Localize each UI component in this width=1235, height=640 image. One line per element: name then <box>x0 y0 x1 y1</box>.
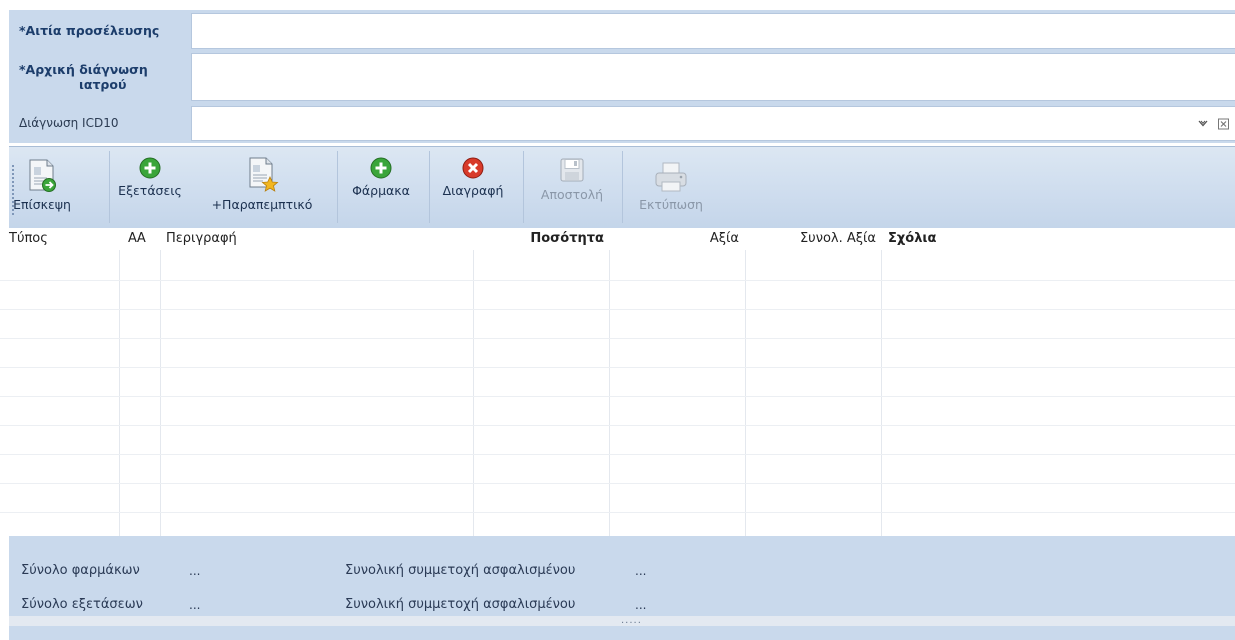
exams-copay-value: ... <box>635 598 647 612</box>
reason-label-text: *Αιτία προσέλευσης <box>19 22 160 38</box>
visit-form: *Αιτία προσέλευσης *Αρχική διάγνωση ιατρ… <box>9 10 1235 143</box>
exams-button[interactable]: Εξετάσεις <box>113 153 187 225</box>
drugs-copay-value: ... <box>635 564 647 578</box>
visit-button[interactable]: Επίσκεψη <box>12 153 72 225</box>
splitter-grip[interactable]: ..... <box>621 616 642 626</box>
column-divider <box>119 250 120 536</box>
add-exam-icon <box>139 153 161 179</box>
table-header: Τύπος ΑΑ Περιγραφή Ποσότητα Αξία Συνολ. … <box>0 228 1235 250</box>
delete-label: Διαγραφή <box>442 183 504 198</box>
column-header-comments[interactable]: Σχόλια <box>888 228 936 250</box>
clear-icon[interactable] <box>1218 118 1229 129</box>
referral-button[interactable]: +Παραπεμπτικό <box>199 153 325 225</box>
referral-document-icon <box>245 153 279 193</box>
icd-label: Διάγνωση ICD10 <box>9 103 191 143</box>
column-header-value[interactable]: Αξία <box>610 228 739 250</box>
save-disk-icon <box>559 153 585 183</box>
printer-icon <box>654 153 688 193</box>
column-divider <box>609 250 610 536</box>
column-divider <box>881 250 882 536</box>
column-divider <box>473 250 474 536</box>
column-header-total-value[interactable]: Συνολ. Αξία <box>746 228 876 250</box>
visit-label: Επίσκεψη <box>13 197 71 212</box>
delete-button[interactable]: Διαγραφή <box>432 153 514 225</box>
reason-label: *Αιτία προσέλευσης <box>9 10 191 50</box>
drugs-button[interactable]: Φάρμακα <box>342 153 420 225</box>
send-button[interactable]: Αποστολή <box>527 153 617 225</box>
print-label: Εκτύπωση <box>639 197 703 212</box>
icd-row: Διάγνωση ICD10 <box>9 103 1235 143</box>
row-divider <box>0 512 1235 513</box>
column-header-aa[interactable]: ΑΑ <box>128 228 146 250</box>
drugs-copay-label: Συνολική συμμετοχή ασφαλισμένου <box>345 563 576 578</box>
diagnosis-input[interactable] <box>191 53 1235 101</box>
row-divider <box>0 367 1235 368</box>
reason-row: *Αιτία προσέλευσης <box>9 10 1235 50</box>
toolbar-separator <box>523 151 524 223</box>
exams-label: Εξετάσεις <box>118 183 182 198</box>
toolbar-separator <box>337 151 338 223</box>
send-label: Αποστολή <box>540 187 604 202</box>
column-header-type[interactable]: Τύπος <box>9 228 48 250</box>
dropdown-chevron-icon[interactable] <box>1198 120 1208 128</box>
referral-label: +Παραπεμπτικό <box>211 197 313 212</box>
print-button[interactable]: Εκτύπωση <box>626 153 716 225</box>
diagnosis-label-line2: ιατρού <box>79 76 127 92</box>
totals-panel: Σύνολο φαρμάκων ... Συνολική συμμετοχή α… <box>9 536 1235 640</box>
drugs-label: Φάρμακα <box>352 183 410 198</box>
toolbar-separator <box>109 151 110 223</box>
column-divider <box>745 250 746 536</box>
panel-splitter[interactable]: ..... <box>9 616 1235 626</box>
delete-icon <box>462 153 484 179</box>
items-table: Τύπος ΑΑ Περιγραφή Ποσότητα Αξία Συνολ. … <box>0 228 1235 536</box>
column-divider <box>160 250 161 536</box>
add-drug-icon <box>370 153 392 179</box>
row-divider <box>0 454 1235 455</box>
row-divider <box>0 280 1235 281</box>
column-header-quantity[interactable]: Ποσότητα <box>474 228 604 250</box>
diagnosis-label: *Αρχική διάγνωση ιατρού <box>9 50 191 103</box>
diagnosis-row: *Αρχική διάγνωση ιατρού <box>9 50 1235 103</box>
exams-total-value: ... <box>189 598 201 612</box>
drugs-total-value: ... <box>189 564 201 578</box>
column-header-description[interactable]: Περιγραφή <box>166 228 237 250</box>
row-divider <box>0 309 1235 310</box>
diagnosis-label-line1: *Αρχική διάγνωση <box>19 61 148 77</box>
exams-copay-label: Συνολική συμμετοχή ασφαλισμένου <box>345 597 576 612</box>
row-divider <box>0 483 1235 484</box>
row-divider <box>0 338 1235 339</box>
row-divider <box>0 396 1235 397</box>
reason-input[interactable] <box>191 13 1235 49</box>
toolbar: Επίσκεψη Εξετάσεις +Παραπεμπτικό Φάρμακα… <box>9 146 1235 228</box>
exams-total-label: Σύνολο εξετάσεων <box>21 597 143 612</box>
row-divider <box>0 425 1235 426</box>
icd-label-text: Διάγνωση ICD10 <box>19 116 119 130</box>
toolbar-separator <box>622 151 623 223</box>
drugs-total-label: Σύνολο φαρμάκων <box>21 563 140 578</box>
visit-document-icon <box>27 153 57 193</box>
icd-dropdown[interactable] <box>191 106 1235 141</box>
toolbar-separator <box>429 151 430 223</box>
